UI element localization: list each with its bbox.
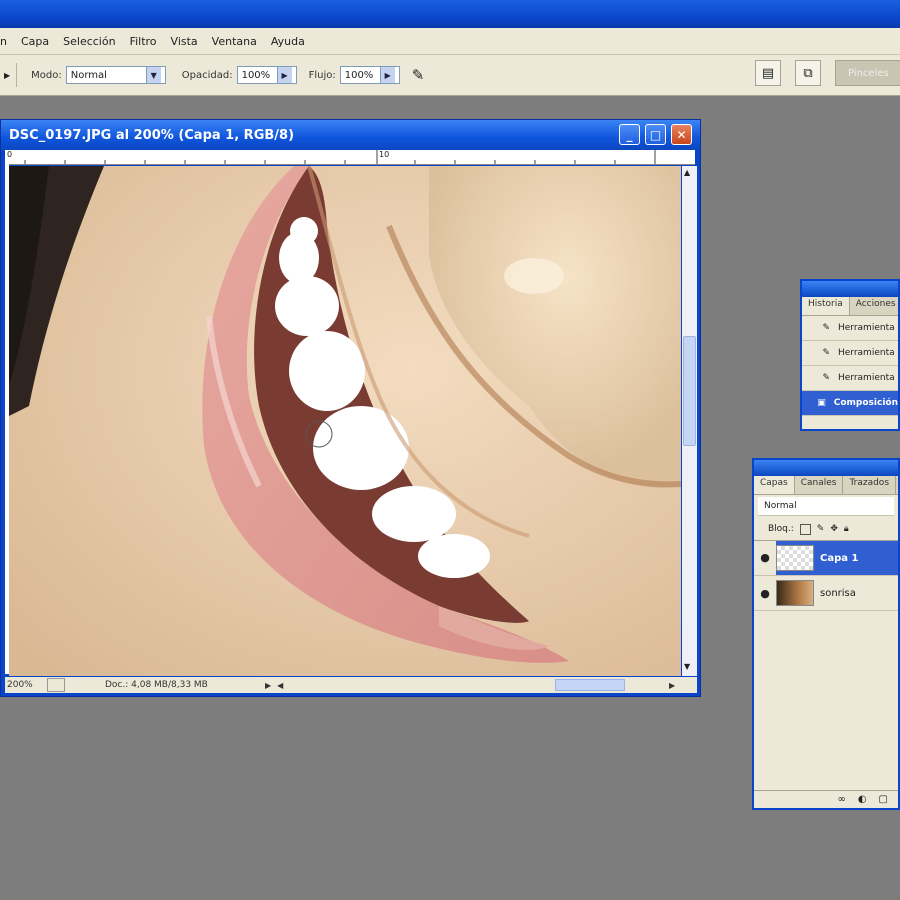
vertical-scroll-thumb[interactable]	[683, 336, 696, 446]
brush-icon: ✎	[822, 373, 830, 383]
tab-capas[interactable]: Capas	[754, 476, 795, 494]
document-window: DSC_0197.JPG al 200% (Capa 1, RGB/8) _ □…	[0, 119, 701, 697]
history-item[interactable]: ✎ Herramienta	[802, 341, 898, 366]
close-button[interactable]: ✕	[671, 124, 692, 145]
blend-mode-value: Normal	[764, 501, 797, 511]
layer-name: Capa 1	[820, 552, 859, 564]
layer-thumbnail-transparent	[776, 545, 814, 571]
horizontal-scroll-thumb[interactable]	[555, 679, 625, 691]
new-layer-icon[interactable]: ▢	[879, 794, 888, 805]
scroll-right-arrow-icon[interactable]: ▶	[669, 681, 675, 690]
file-browser-button[interactable]: ▤	[755, 60, 781, 86]
chevron-right-icon: ▶	[379, 67, 395, 83]
menu-item-ventana[interactable]: Ventana	[205, 35, 264, 48]
layers-panel: Capas Canales Trazados Normal Bloq.: ✎ ✥…	[752, 458, 900, 810]
history-item-selected[interactable]: ▣ Composición	[802, 391, 898, 416]
lock-position-icon[interactable]: ✥	[830, 524, 838, 534]
airbrush-icon[interactable]: ✎	[412, 66, 425, 84]
menu-item-ayuda[interactable]: Ayuda	[264, 35, 312, 48]
chevron-right-icon: ▶	[276, 67, 292, 83]
layer-thumbnail-photo	[776, 580, 814, 606]
opacity-value: 100%	[241, 69, 271, 81]
menu-item-seleccion[interactable]: Selección	[56, 35, 122, 48]
menu-item-vista[interactable]: Vista	[164, 35, 205, 48]
menu-item-capa[interactable]: Capa	[14, 35, 56, 48]
lock-label: Bloq.:	[768, 524, 794, 534]
brushes-palette-button[interactable]: Pinceles	[835, 60, 900, 86]
lock-all-icon[interactable]: 🔒︎	[844, 524, 849, 534]
document-title: DSC_0197.JPG al 200% (Capa 1, RGB/8)	[9, 127, 295, 143]
mode-value: Normal	[70, 69, 107, 81]
eye-icon[interactable]: ●	[754, 541, 776, 575]
document-status-bar: 200% Doc.: 4,08 MB/8,33 MB ▶ ◀ ▶	[5, 677, 697, 693]
lock-transparency-icon[interactable]	[799, 523, 811, 535]
brush-icon: ✎	[822, 348, 830, 358]
link-layers-icon[interactable]: ∞	[837, 794, 845, 805]
layer-row[interactable]: ● sonrisa	[754, 576, 898, 611]
document-title-bar[interactable]: DSC_0197.JPG al 200% (Capa 1, RGB/8)	[1, 120, 700, 150]
history-panel-title-bar[interactable]	[802, 281, 898, 297]
history-state-icon: ▣	[817, 398, 826, 408]
lock-row: Bloq.: ✎ ✥ 🔒︎	[754, 518, 898, 541]
layers-panel-footer: ∞ ◐ ▢	[754, 790, 898, 808]
history-item-label: Herramienta	[838, 323, 895, 333]
tab-acciones[interactable]: Acciones	[850, 297, 900, 315]
history-item-label: Herramienta	[838, 373, 895, 383]
history-item[interactable]: ✎ Herramienta	[802, 366, 898, 391]
mode-label: Modo:	[31, 69, 62, 81]
menu-bar: n Capa Selección Filtro Vista Ventana Ay…	[0, 28, 900, 55]
scroll-up-arrow-icon[interactable]: ▲	[684, 168, 690, 177]
tab-historia[interactable]: Historia	[802, 297, 850, 315]
mode-select[interactable]: Normal ▼	[65, 66, 166, 84]
layer-row-selected[interactable]: ● Capa 1	[754, 541, 898, 576]
eye-icon[interactable]: ●	[754, 587, 776, 600]
menu-item-partial[interactable]: n	[0, 35, 14, 48]
brush-icon: ✎	[822, 323, 830, 333]
flow-input[interactable]: 100% ▶	[339, 66, 400, 84]
smile-photo	[9, 166, 681, 676]
zoom-status[interactable]: 200%	[5, 680, 47, 690]
horizontal-ruler: 0 10	[5, 150, 695, 165]
history-tab-row: Historia Acciones	[802, 297, 898, 316]
palette-toggle-button[interactable]: ⧉	[795, 60, 821, 86]
maximize-button[interactable]: □	[645, 124, 666, 145]
tab-canales[interactable]: Canales	[795, 476, 844, 494]
adjustment-layer-icon[interactable]: ◐	[858, 794, 867, 805]
chevron-down-icon: ▼	[145, 67, 161, 83]
separator	[16, 63, 18, 87]
opacity-label: Opacidad:	[181, 69, 233, 81]
menu-item-filtro[interactable]: Filtro	[123, 35, 164, 48]
flow-value: 100%	[344, 69, 374, 81]
ruler-ticks	[24, 150, 656, 164]
status-menu-icon[interactable]	[47, 678, 65, 692]
flow-label: Flujo:	[308, 69, 336, 81]
lock-image-icon[interactable]: ✎	[817, 524, 825, 534]
app-title-bar	[0, 0, 900, 28]
history-item[interactable]: ✎ Herramienta	[802, 316, 898, 341]
brushes-palette-label: Pinceles	[848, 67, 889, 79]
layer-name: sonrisa	[820, 587, 856, 599]
history-panel: Historia Acciones ✎ Herramienta ✎ Herram…	[800, 279, 900, 431]
scroll-left-arrow-icon[interactable]: ◀	[277, 681, 283, 690]
layers-panel-title-bar[interactable]	[754, 460, 898, 476]
tool-preset-arrow-icon[interactable]: ▶	[4, 71, 10, 80]
opacity-input[interactable]: 100% ▶	[236, 66, 297, 84]
vertical-scrollbar[interactable]: ▲ ▼	[682, 166, 697, 676]
tab-trazados[interactable]: Trazados	[843, 476, 897, 494]
blend-mode-select[interactable]: Normal	[758, 497, 894, 516]
scroll-down-arrow-icon[interactable]: ▼	[684, 662, 690, 671]
history-item-label: Composición	[833, 398, 898, 408]
status-arrow-icon[interactable]: ▶	[265, 681, 271, 690]
document-size-status: Doc.: 4,08 MB/8,33 MB	[105, 680, 208, 690]
image-canvas[interactable]	[9, 166, 681, 676]
layers-tab-row: Capas Canales Trazados	[754, 476, 898, 495]
history-item-label: Herramienta	[838, 348, 895, 358]
minimize-button[interactable]: _	[619, 124, 640, 145]
